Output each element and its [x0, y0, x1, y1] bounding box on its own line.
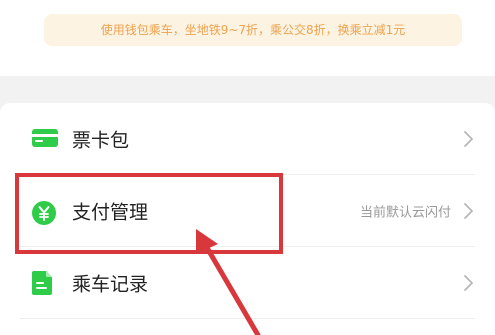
- pointer-arrow-icon: [196, 229, 261, 335]
